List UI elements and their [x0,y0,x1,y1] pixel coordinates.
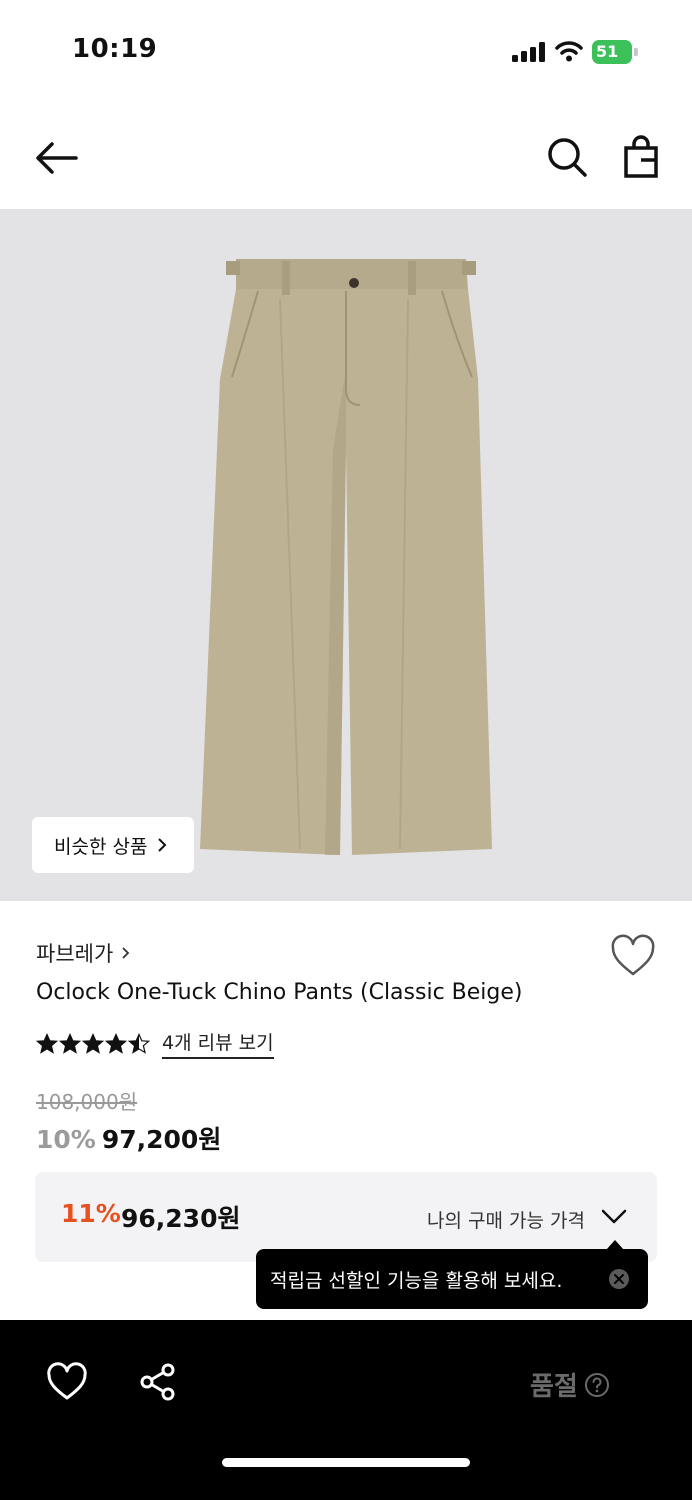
product-image[interactable]: 비슷한 상품 [0,209,692,901]
top-nav [0,110,692,206]
my-price: 96,230원 [121,1204,241,1233]
product-name: Oclock One-Tuck Chino Pants (Classic Bei… [36,980,523,1005]
my-discount-rate: 11% [61,1199,121,1228]
cellular-signal-icon [512,42,545,62]
similar-products-label: 비슷한 상품 [54,835,148,858]
close-icon[interactable] [608,1268,630,1290]
reviews-link[interactable]: 4개 리뷰 보기 [162,1028,274,1059]
my-price-label: 나의 구매 가능 가격 [427,1210,585,1232]
share-icon[interactable] [138,1362,178,1402]
tooltip-text: 적립금 선할인 기능을 활용해 보세요. [270,1270,563,1292]
heart-icon[interactable] [610,934,656,980]
soldout-label: 품절 [530,1372,578,1402]
back-arrow-icon[interactable] [30,136,82,180]
search-icon[interactable] [544,134,590,180]
battery-level: 51 [596,42,619,61]
soldout-button[interactable]: 품절 [530,1366,610,1403]
brand-name: 파브레가 [36,942,114,966]
sale-price: 97,200원 [101,1125,222,1154]
status-bar: 10:19 51 [0,0,692,100]
star-icon [59,1032,81,1054]
original-price: 108,000원 [36,1090,138,1114]
star-icon [82,1032,104,1054]
rating-stars [36,1032,150,1055]
similar-products-button[interactable]: 비슷한 상품 [32,817,194,873]
star-icon [105,1032,127,1054]
rating-row: 4개 리뷰 보기 [36,1028,274,1059]
heart-icon[interactable] [46,1362,88,1402]
status-time: 10:19 [72,34,158,64]
tooltip-arrow [606,1240,624,1250]
price-row: 10% 97,200원 [36,1120,221,1156]
bottom-action-bar: 품절 [0,1320,692,1500]
points-tooltip: 적립금 선할인 기능을 활용해 보세요. [256,1240,648,1309]
chevron-right-icon [122,947,130,959]
help-icon[interactable] [584,1372,610,1398]
battery-icon: 51 [592,40,638,64]
chevron-right-icon [158,838,167,852]
discount-rate: 10% [36,1125,96,1154]
brand-link[interactable]: 파브레가 [36,938,130,968]
wifi-icon [555,41,583,62]
shopping-bag-icon[interactable] [618,134,664,180]
star-icon [128,1032,150,1054]
product-photo-pants [200,259,492,855]
chevron-down-icon[interactable] [601,1208,627,1226]
star-icon [36,1032,58,1054]
home-indicator [222,1458,470,1467]
